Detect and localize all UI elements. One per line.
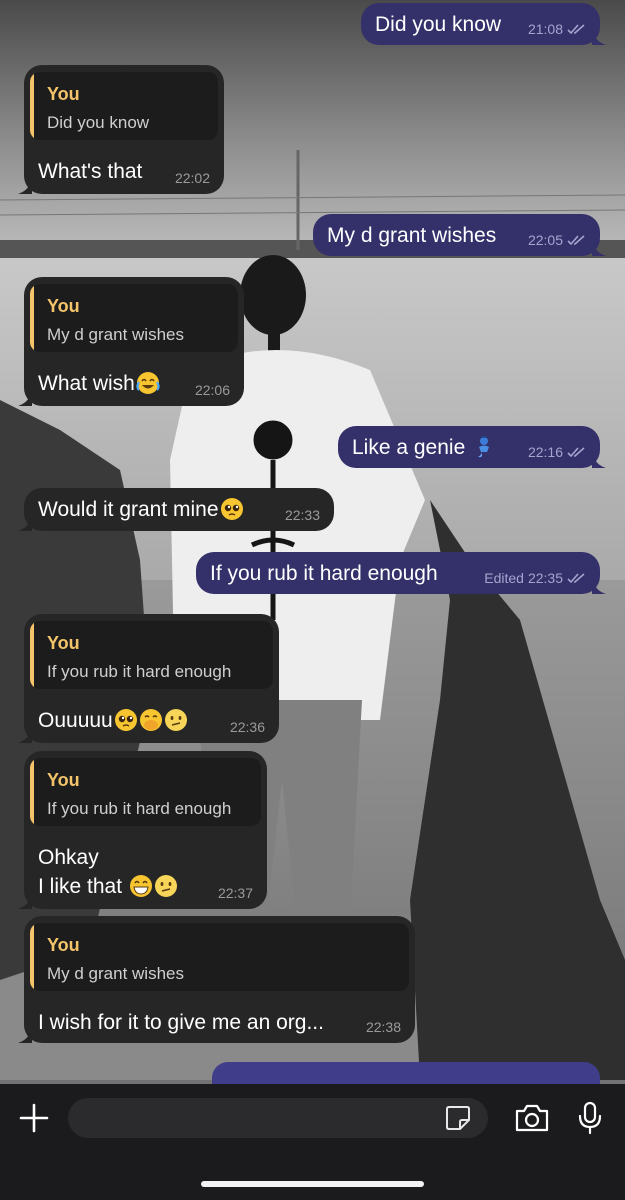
message-bubble-outgoing[interactable]: If you rub it hard enough Edited 22:35 bbox=[196, 552, 606, 594]
message-time: 22:38 bbox=[365, 1019, 401, 1035]
message-bubble-incoming[interactable]: You If you rub it hard enough Ohkay I li… bbox=[18, 751, 267, 909]
edited-label: Edited bbox=[484, 570, 524, 586]
message-meta: 22:05 bbox=[528, 232, 586, 248]
reply-preview[interactable]: You My d grant wishes bbox=[30, 284, 238, 352]
camera-icon bbox=[515, 1104, 549, 1132]
reply-accent-bar bbox=[30, 758, 34, 826]
reply-accent-bar bbox=[30, 284, 34, 352]
message-bubble-incoming[interactable]: You Did you know What's that 22:02 bbox=[18, 65, 224, 194]
reply-preview[interactable]: You Did you know bbox=[30, 72, 218, 140]
message-meta: Edited 22:35 bbox=[484, 570, 586, 586]
double-check-icon bbox=[567, 23, 585, 34]
reply-author: You bbox=[47, 84, 80, 104]
message-time: 22:37 bbox=[217, 885, 253, 901]
message-time: 22:33 bbox=[284, 507, 320, 523]
message-bubble-outgoing[interactable]: Like a genie 22:16 bbox=[338, 426, 606, 468]
double-check-icon bbox=[567, 446, 585, 457]
message-time: 22:35 bbox=[527, 570, 563, 586]
sticker-icon bbox=[446, 1106, 470, 1130]
message-text: I wish for it to give me an org... bbox=[38, 1011, 324, 1034]
message-text: Did you know bbox=[375, 13, 502, 36]
message-meta: 21:08 bbox=[528, 21, 586, 37]
message-text: If you rub it hard enough bbox=[210, 562, 438, 585]
face-with-diagonal-mouth-icon bbox=[164, 709, 187, 731]
message-meta: 22:06 bbox=[195, 382, 230, 398]
reply-accent-bar bbox=[30, 72, 34, 140]
face-with-hand-over-mouth-icon bbox=[139, 709, 162, 731]
message-bubble-incoming[interactable]: Would it grant mine 22:33 bbox=[18, 488, 334, 531]
reply-quote: My d grant wishes bbox=[47, 325, 184, 344]
reply-quote: If you rub it hard enough bbox=[47, 799, 232, 818]
message-meta: 22:02 bbox=[175, 170, 210, 186]
reply-author: You bbox=[47, 296, 80, 316]
message-time: 22:05 bbox=[527, 232, 563, 248]
reply-preview[interactable]: You If you rub it hard enough bbox=[30, 621, 273, 689]
reply-accent-bar bbox=[30, 923, 34, 991]
message-time: 22:36 bbox=[229, 719, 265, 735]
message-text: What wish bbox=[38, 372, 135, 395]
microphone-icon bbox=[578, 1101, 602, 1135]
reply-author: You bbox=[47, 633, 80, 653]
message-text: What's that bbox=[38, 160, 143, 183]
message-text: Ouuuuu bbox=[38, 709, 113, 732]
message-text-row: Like a genie bbox=[352, 433, 496, 462]
message-text: Ohkay bbox=[38, 846, 99, 869]
message-meta: 22:37 bbox=[218, 885, 253, 901]
message-meta: 22:33 bbox=[285, 507, 320, 523]
microphone-button[interactable] bbox=[570, 1096, 610, 1140]
reply-author: You bbox=[47, 770, 80, 790]
message-bubble-outgoing[interactable]: My d grant wishes 22:05 bbox=[313, 214, 606, 256]
reply-quote: Did you know bbox=[47, 113, 150, 132]
message-meta: 22:38 bbox=[366, 1019, 401, 1035]
reply-preview[interactable]: You My d grant wishes bbox=[30, 923, 409, 991]
genie-icon bbox=[478, 436, 490, 458]
message-meta: 22:16 bbox=[528, 444, 586, 460]
double-check-icon bbox=[567, 234, 585, 245]
reply-quote: If you rub it hard enough bbox=[47, 662, 232, 681]
message-text: Would it grant mine bbox=[38, 498, 219, 521]
message-bubble-incoming[interactable]: You My d grant wishes I wish for it to g… bbox=[18, 916, 415, 1043]
face-with-tears-of-joy-icon bbox=[136, 372, 160, 394]
camera-button[interactable] bbox=[510, 1098, 554, 1138]
pleading-face-icon bbox=[220, 498, 243, 520]
home-indicator[interactable] bbox=[201, 1181, 424, 1187]
pleading-face-icon bbox=[114, 709, 137, 731]
message-bubble-incoming[interactable]: You If you rub it hard enough Ouuuuu 22:… bbox=[18, 614, 279, 743]
message-time: 21:08 bbox=[527, 21, 563, 37]
message-text-row: Would it grant mine bbox=[38, 495, 244, 524]
message-text-row: What wish bbox=[38, 369, 160, 398]
message-text-row: Ouuuuu bbox=[38, 706, 188, 735]
message-meta: 22:36 bbox=[230, 719, 265, 735]
reply-quote: My d grant wishes bbox=[47, 964, 184, 983]
face-with-diagonal-mouth-icon bbox=[154, 875, 177, 897]
double-check-icon bbox=[567, 572, 585, 583]
message-input[interactable] bbox=[68, 1098, 488, 1138]
message-text-row: I like that bbox=[38, 872, 178, 901]
reply-author: You bbox=[47, 935, 80, 955]
beaming-face-icon bbox=[129, 875, 152, 897]
attach-button[interactable] bbox=[14, 1098, 54, 1138]
message-text: My d grant wishes bbox=[327, 224, 497, 247]
message-text: Like a genie bbox=[352, 436, 466, 459]
reply-preview[interactable]: You If you rub it hard enough bbox=[30, 758, 261, 826]
message-text-line2: I like that bbox=[38, 875, 123, 898]
plus-icon bbox=[19, 1103, 49, 1133]
message-time: 22:16 bbox=[527, 444, 563, 460]
reply-accent-bar bbox=[30, 621, 34, 689]
sticker-button[interactable] bbox=[442, 1102, 474, 1134]
message-bubble-incoming[interactable]: You My d grant wishes What wish 22:06 bbox=[18, 277, 244, 406]
message-bubble-outgoing[interactable]: Did you know 21:08 bbox=[361, 3, 606, 45]
message-time: 22:06 bbox=[194, 382, 230, 398]
message-time: 22:02 bbox=[174, 170, 210, 186]
